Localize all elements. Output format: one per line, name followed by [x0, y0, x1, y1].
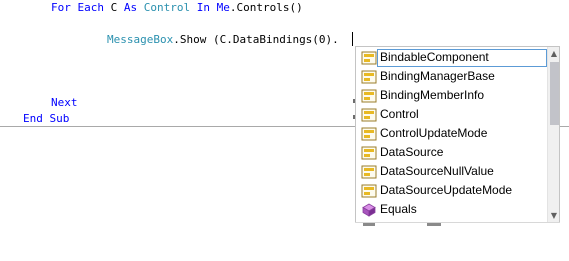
completion-filter-tabs[interactable]: [355, 222, 560, 229]
completion-item-label: BindableComponent: [380, 50, 489, 64]
code-line-for-each[interactable]: For Each C As Control In Me.Controls(): [51, 1, 303, 14]
type-control: Control: [143, 1, 191, 14]
completion-item-label: DataSourceUpdateMode: [380, 183, 513, 197]
keyword-for: For: [51, 1, 71, 14]
text-caret: [352, 32, 353, 46]
code-line-end-sub[interactable]: End Sub: [23, 112, 69, 125]
code-line-next[interactable]: Next: [51, 96, 78, 109]
type-messagebox: MessageBox: [107, 33, 174, 46]
completion-item-label: Equals: [380, 202, 417, 216]
completion-scrollbar[interactable]: ▲ ▼: [547, 47, 559, 223]
keyword-in: In: [196, 1, 210, 14]
class-icon: [361, 165, 377, 179]
code-line-messagebox[interactable]: MessageBox.Show (C.DataBindings(0).: [107, 33, 339, 46]
completion-item-label: DataSourceNullValue: [380, 164, 494, 178]
method-icon: [361, 203, 377, 217]
class-icon: [361, 51, 377, 65]
completion-item[interactable]: BindableComponent: [357, 49, 547, 67]
completion-item[interactable]: BindingMemberInfo: [357, 87, 547, 105]
scroll-up-arrow-icon[interactable]: ▲: [548, 47, 559, 61]
class-icon: [361, 146, 377, 160]
class-icon: [361, 184, 377, 198]
completion-item[interactable]: ControlUpdateMode: [357, 125, 547, 143]
scroll-down-arrow-icon[interactable]: ▼: [548, 209, 559, 223]
keyword-each: Each: [77, 1, 105, 14]
completion-item[interactable]: Control: [357, 106, 547, 124]
scroll-thumb[interactable]: [550, 62, 559, 125]
completion-item[interactable]: BindingManagerBase: [357, 68, 547, 86]
completion-item[interactable]: DataSourceNullValue: [357, 163, 547, 181]
class-icon: [361, 89, 377, 103]
method-separator-line: [0, 126, 356, 127]
keyword-as: As: [123, 1, 138, 14]
completion-item-label: ControlUpdateMode: [380, 126, 488, 140]
common-tab[interactable]: [363, 223, 375, 226]
controls-call: .Controls(): [229, 1, 303, 14]
class-icon: [361, 127, 377, 141]
variable-c: C: [110, 1, 118, 14]
keyword-sub: Sub: [49, 112, 70, 125]
keyword-end: End: [23, 112, 43, 125]
completion-item-label: DataSource: [380, 145, 444, 159]
class-icon: [361, 108, 377, 122]
class-icon: [361, 70, 377, 84]
completion-item-label: BindingMemberInfo: [380, 88, 485, 102]
all-tab[interactable]: [427, 223, 441, 226]
keyword-me: Me: [216, 1, 230, 14]
completion-item[interactable]: DataSourceUpdateMode: [357, 182, 547, 200]
show-call: .Show (C.DataBindings(0).: [173, 33, 339, 46]
completion-item[interactable]: DataSource: [357, 144, 547, 162]
completion-item[interactable]: Equals: [357, 201, 547, 219]
intellisense-completion-list[interactable]: BindableComponent BindingManagerBase Bin…: [355, 46, 560, 224]
completion-item-label: Control: [380, 107, 419, 121]
keyword-next: Next: [51, 96, 78, 109]
completion-item-label: BindingManagerBase: [380, 69, 495, 83]
